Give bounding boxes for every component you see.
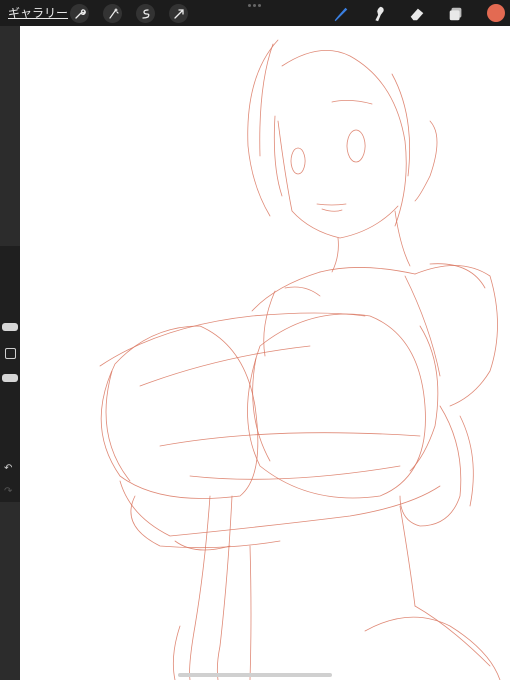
eraser-icon[interactable] — [406, 3, 428, 25]
smudge-icon[interactable] — [368, 3, 390, 25]
wrench-icon[interactable] — [70, 4, 89, 23]
redo-icon[interactable]: ↷ — [4, 486, 12, 497]
magic-wand-icon[interactable] — [103, 4, 122, 23]
selection-icon[interactable] — [136, 4, 155, 23]
layers-icon[interactable] — [445, 3, 467, 25]
drawing-canvas[interactable] — [20, 26, 510, 680]
square-modify-icon[interactable] — [5, 348, 16, 359]
top-toolbar: ギャラリー — [0, 0, 510, 26]
toolbar-grabber[interactable] — [248, 4, 262, 8]
opacity-slider-handle[interactable] — [2, 374, 18, 382]
gallery-button[interactable]: ギャラリー — [8, 4, 68, 21]
home-indicator — [178, 673, 332, 677]
undo-icon[interactable]: ↶ — [4, 463, 12, 474]
sketch-artwork — [99, 39, 501, 680]
brush-icon[interactable] — [330, 3, 352, 25]
brush-size-slider-handle[interactable] — [2, 323, 18, 331]
transform-arrow-icon[interactable] — [169, 4, 188, 23]
color-picker-button[interactable] — [487, 4, 505, 22]
